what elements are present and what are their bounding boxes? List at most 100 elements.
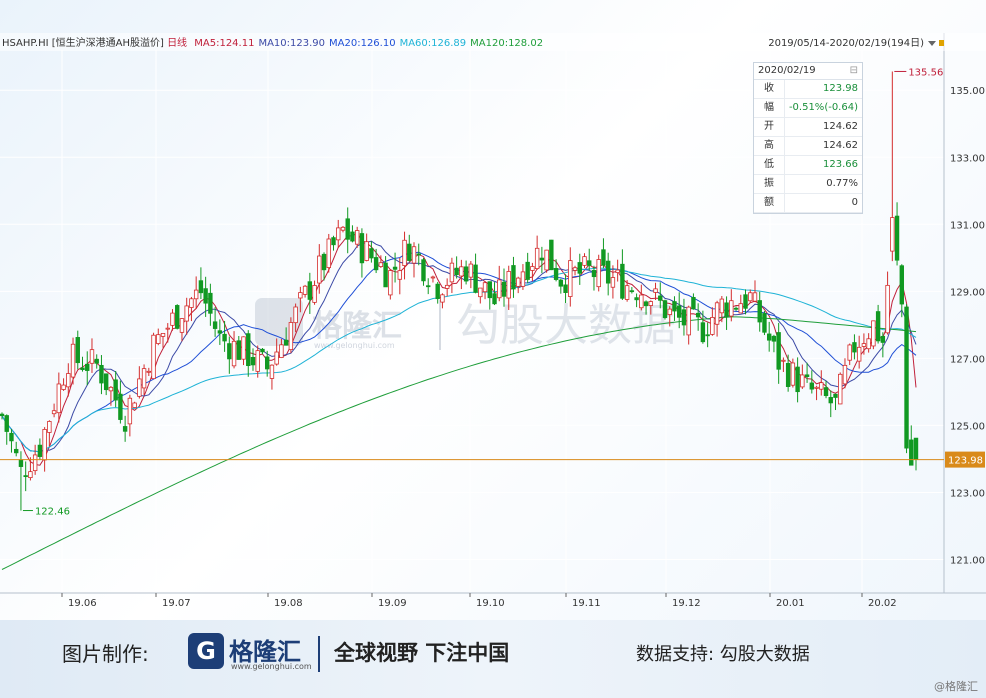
candle-body — [885, 284, 890, 334]
candle-body — [359, 233, 365, 264]
candle-body — [127, 397, 133, 425]
candle-body — [819, 382, 824, 390]
ma-label: MA20:126.10 — [329, 38, 396, 49]
candle-body — [601, 249, 606, 266]
candle-body — [544, 249, 549, 271]
candle-body — [307, 281, 313, 300]
candle-body — [113, 379, 118, 401]
candle-body — [75, 337, 80, 364]
candle-body — [890, 217, 895, 252]
ohlc-date: 2020/02/19 — [758, 65, 816, 76]
candle-body — [146, 370, 152, 373]
candle-body — [520, 271, 526, 287]
candle-body — [605, 260, 611, 284]
candle-body — [738, 303, 743, 314]
candle-body — [255, 350, 260, 372]
candle-body — [866, 338, 871, 350]
candle-body — [137, 378, 142, 397]
ohlc-value: 123.66 — [823, 159, 858, 170]
logo-url: www.gelonghui.com — [231, 662, 312, 671]
candle-body — [236, 340, 241, 360]
candle-body — [658, 295, 663, 301]
candle-body — [587, 260, 592, 266]
ohlc-value: 0 — [851, 197, 858, 208]
candle-body — [260, 348, 265, 353]
candle-body — [800, 374, 805, 388]
candle-body — [463, 266, 469, 282]
candle-body — [904, 306, 909, 449]
candle-body — [582, 256, 587, 266]
candle-body — [563, 284, 568, 293]
ma-label: MA5:124.11 — [194, 38, 254, 49]
candle-body — [103, 373, 109, 391]
candle-body — [809, 382, 815, 390]
candle-body — [331, 237, 336, 246]
candle-body — [350, 231, 355, 242]
ohlc-value: 124.62 — [823, 140, 858, 151]
candle-body — [108, 386, 114, 392]
candle-body — [473, 264, 478, 293]
candle-body — [615, 269, 620, 273]
candle-body — [61, 384, 66, 390]
candle-body — [317, 255, 322, 284]
candle-body — [250, 357, 256, 366]
candle-body — [724, 302, 729, 317]
candle-body — [151, 334, 156, 380]
candle-body — [378, 262, 384, 267]
candle-body — [231, 340, 237, 367]
candle-body — [373, 257, 379, 271]
x-tick-label: 20.01 — [776, 598, 805, 609]
y-tick-label: 131.00 — [950, 220, 985, 231]
y-tick-label: 123.00 — [950, 488, 985, 499]
candle-body — [217, 330, 223, 334]
candle-body — [56, 383, 62, 414]
candle-body — [501, 281, 507, 297]
candle-body — [369, 248, 374, 259]
candle-body — [392, 266, 398, 270]
candle-body — [449, 262, 455, 283]
candle-body — [629, 290, 635, 293]
candle-body — [871, 320, 876, 347]
x-tick-label: 19.11 — [572, 598, 601, 609]
candle-body — [748, 292, 753, 302]
candle-body — [246, 333, 251, 367]
ohlc-close-icon[interactable]: ⊟ — [850, 63, 858, 79]
candle-body — [85, 363, 90, 371]
y-tick-label: 127.00 — [950, 354, 985, 365]
ohlc-value: 124.62 — [823, 121, 858, 132]
candle-body — [909, 439, 914, 466]
candle-body — [416, 253, 421, 256]
ohlc-panel: 2020/02/19 ⊟ 收 123.98 幅 -0.51%(-0.64) 开 124.6… — [753, 62, 863, 214]
slogan: 全球视野 下注中国 — [334, 641, 510, 665]
candle-body — [852, 342, 857, 353]
candle-body — [160, 333, 166, 337]
candle-body — [776, 332, 781, 370]
candle-body — [454, 267, 459, 276]
candle-body — [705, 334, 710, 337]
corner-watermark: @格隆汇 — [934, 680, 978, 693]
candle-body — [444, 284, 450, 289]
candle-body — [189, 298, 194, 308]
candle-body — [37, 444, 43, 457]
candle-body — [549, 239, 554, 271]
candle-body — [32, 454, 38, 472]
candle-body — [193, 289, 199, 300]
candle-body — [293, 306, 298, 324]
candle-body — [18, 459, 24, 467]
candle-body — [383, 262, 388, 288]
candle-body — [691, 296, 696, 310]
candle-body — [321, 253, 327, 271]
high-label: 135.56 — [908, 67, 943, 78]
candle-body — [795, 366, 800, 393]
data-support: 数据支持: 勾股大数据 — [636, 644, 810, 665]
candle-body — [388, 270, 393, 296]
candle-body — [710, 317, 715, 335]
ohlc-key: 低 — [754, 156, 785, 174]
candle-body — [719, 298, 725, 314]
candle-body — [662, 300, 668, 319]
x-tick-label: 20.02 — [868, 598, 897, 609]
candle-body — [568, 260, 573, 297]
candle-body — [785, 362, 791, 387]
candle-body — [156, 334, 161, 344]
low-label: 122.46 — [35, 507, 70, 518]
